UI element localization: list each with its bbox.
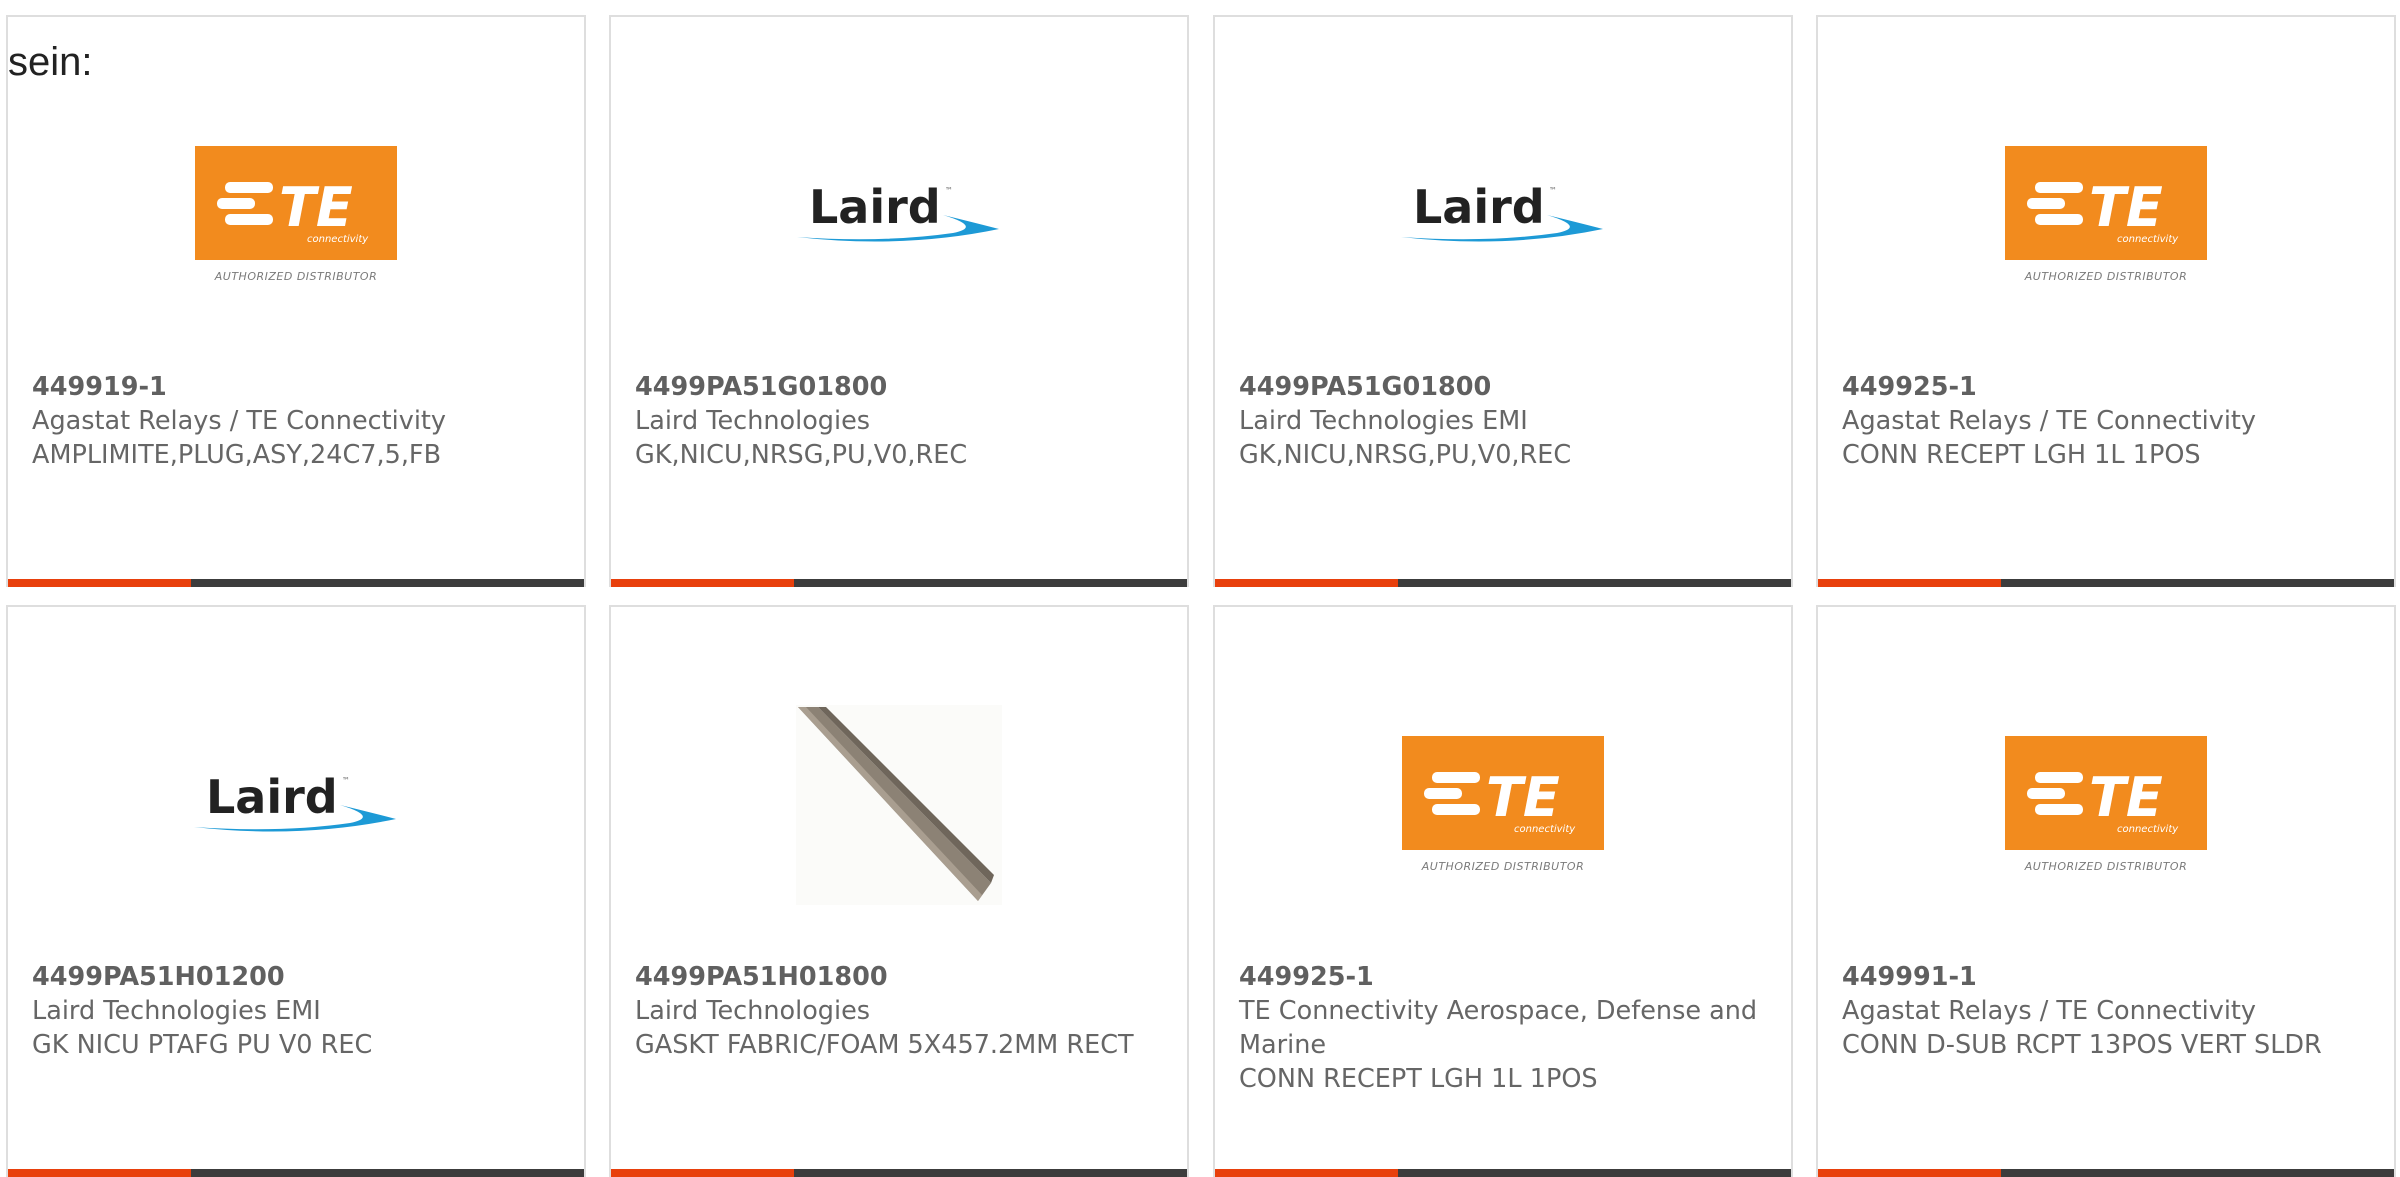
svg-text:™: ™ [945, 186, 953, 195]
product-description: CONN RECEPT LGH 1L 1POS [1239, 1064, 1598, 1094]
product-image[interactable]: TE connectivity AUTHORIZED DISTRIBUTOR [1818, 702, 2394, 912]
manufacturer: Laird Technologies [635, 406, 871, 436]
part-number[interactable]: 449925-1 [1239, 960, 1767, 994]
card-accent-bar [1818, 1169, 2394, 1177]
card-accent-bar [8, 579, 584, 587]
product-image[interactable]: Laird ™ [8, 702, 584, 912]
product-image[interactable]: TE connectivity AUTHORIZED DISTRIBUTOR [1818, 112, 2394, 322]
authorized-distributor-label: AUTHORIZED DISTRIBUTOR [2024, 270, 2188, 283]
product-card[interactable]: TE connectivity AUTHORIZED DISTRIBUTOR 4… [6, 15, 586, 587]
manufacturer: TE Connectivity Aerospace, Defense and M… [1239, 996, 1758, 1060]
part-number[interactable]: 449925-1 [1842, 370, 2370, 404]
product-card[interactable]: TE connectivity AUTHORIZED DISTRIBUTOR 4… [1213, 605, 1793, 1177]
authorized-distributor-label: AUTHORIZED DISTRIBUTOR [1421, 860, 1585, 873]
manufacturer: Laird Technologies [635, 996, 871, 1026]
product-grid: sein: TE connectivity AUTHORIZED DISTRIB… [0, 0, 2400, 1177]
svg-text:connectivity: connectivity [307, 234, 369, 245]
svg-text:TE: TE [1486, 766, 1560, 829]
card-accent-bar [8, 1169, 584, 1177]
part-number[interactable]: 449991-1 [1842, 960, 2370, 994]
product-info: 449991-1 Agastat Relays / TE Connectivity… [1842, 960, 2370, 1062]
te-connectivity-logo: TE connectivity AUTHORIZED DISTRIBUTOR [2005, 146, 2207, 288]
svg-text:™: ™ [342, 776, 350, 785]
product-description: CONN D-SUB RCPT 13POS VERT SLDR [1842, 1030, 2322, 1060]
manufacturer: Agastat Relays / TE Connectivity [1842, 406, 2257, 436]
product-description: GK,NICU,NRSG,PU,V0,REC [1239, 440, 1572, 470]
manufacturer: Agastat Relays / TE Connectivity [1842, 996, 2257, 1026]
laird-logo: Laird ™ [190, 767, 402, 847]
manufacturer: Laird Technologies EMI [32, 996, 321, 1026]
manufacturer: Agastat Relays / TE Connectivity [32, 406, 447, 436]
product-image[interactable]: TE connectivity AUTHORIZED DISTRIBUTOR [8, 112, 584, 322]
te-connectivity-logo: TE connectivity AUTHORIZED DISTRIBUTOR [2005, 736, 2207, 878]
svg-text:TE: TE [2089, 766, 2163, 829]
product-info: 449925-1 TE Connectivity Aerospace, Defen… [1239, 960, 1767, 1096]
svg-text:Laird: Laird [1413, 180, 1545, 234]
product-description: GASKT FABRIC/FOAM 5X457.2MM RECT [635, 1030, 1134, 1060]
laird-logo: Laird ™ [793, 177, 1005, 257]
svg-text:connectivity: connectivity [2117, 824, 2179, 835]
te-connectivity-logo: TE connectivity AUTHORIZED DISTRIBUTOR [195, 146, 397, 288]
card-accent-bar [1215, 579, 1791, 587]
product-card[interactable]: Laird ™ 4499PA51G01800 Laird Technologies… [1213, 15, 1793, 587]
part-number[interactable]: 4499PA51H01200 [32, 960, 560, 994]
card-accent-bar [1818, 579, 2394, 587]
authorized-distributor-label: AUTHORIZED DISTRIBUTOR [2024, 860, 2188, 873]
card-accent-bar [1215, 1169, 1791, 1177]
authorized-distributor-label: AUTHORIZED DISTRIBUTOR [214, 270, 378, 283]
product-image[interactable]: TE connectivity AUTHORIZED DISTRIBUTOR [1215, 702, 1791, 912]
svg-text:TE: TE [2089, 176, 2163, 239]
product-info: 4499PA51H01200 Laird Technologies EMI GK N… [32, 960, 560, 1062]
part-number[interactable]: 4499PA51G01800 [1239, 370, 1767, 404]
svg-text:TE: TE [279, 176, 353, 239]
product-card[interactable]: Laird ™ 4499PA51G01800 Laird Technologies… [609, 15, 1189, 587]
svg-text:connectivity: connectivity [2117, 234, 2179, 245]
svg-text:™: ™ [1549, 186, 1557, 195]
svg-text:Laird: Laird [809, 180, 941, 234]
part-number[interactable]: 4499PA51H01800 [635, 960, 1163, 994]
product-info: 4499PA51H01800 Laird Technologies GASKT FA… [635, 960, 1163, 1062]
card-accent-bar [611, 1169, 1187, 1177]
product-card[interactable]: 4499PA51H01800 Laird Technologies GASKT FA… [609, 605, 1189, 1177]
product-description: CONN RECEPT LGH 1L 1POS [1842, 440, 2201, 470]
prefix-text: sein: [8, 40, 93, 84]
part-number[interactable]: 4499PA51G01800 [635, 370, 1163, 404]
product-info: 449925-1 Agastat Relays / TE Connectivity… [1842, 370, 2370, 472]
product-info: 4499PA51G01800 Laird Technologies GK,NICU,… [635, 370, 1163, 472]
part-number[interactable]: 449919-1 [32, 370, 560, 404]
product-card[interactable]: TE connectivity AUTHORIZED DISTRIBUTOR 4… [1816, 605, 2396, 1177]
product-description: GK,NICU,NRSG,PU,V0,REC [635, 440, 968, 470]
product-description: AMPLIMITE,PLUG,ASY,24C7,5,FB [32, 440, 442, 470]
product-card[interactable]: Laird ™ 4499PA51H01200 Laird Technologies… [6, 605, 586, 1177]
svg-text:connectivity: connectivity [1514, 824, 1576, 835]
manufacturer: Laird Technologies EMI [1239, 406, 1528, 436]
product-description: GK NICU PTAFG PU V0 REC [32, 1030, 373, 1060]
gasket-product-photo [796, 704, 1002, 905]
product-info: 449919-1 Agastat Relays / TE Connectivity… [32, 370, 560, 472]
product-image[interactable] [611, 677, 1187, 932]
card-accent-bar [611, 579, 1187, 587]
te-connectivity-logo: TE connectivity AUTHORIZED DISTRIBUTOR [1402, 736, 1604, 878]
laird-logo: Laird ™ [1397, 177, 1609, 257]
product-card[interactable]: TE connectivity AUTHORIZED DISTRIBUTOR 4… [1816, 15, 2396, 587]
product-image[interactable]: Laird ™ [611, 112, 1187, 322]
svg-text:Laird: Laird [206, 770, 338, 824]
product-info: 4499PA51G01800 Laird Technologies EMI GK,N… [1239, 370, 1767, 472]
product-image[interactable]: Laird ™ [1215, 112, 1791, 322]
